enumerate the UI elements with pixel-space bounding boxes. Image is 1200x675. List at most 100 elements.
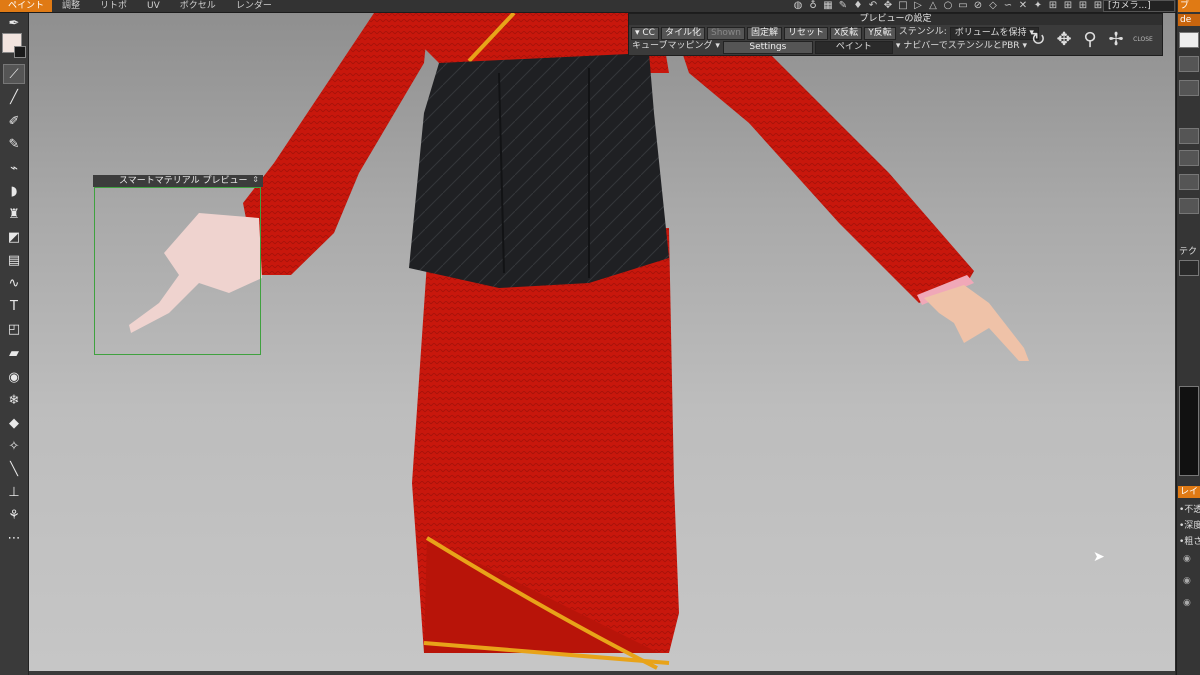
grid3-icon[interactable]: ⊞ — [1062, 0, 1074, 12]
no-icon[interactable]: ⊘ — [972, 0, 984, 12]
layer-tab[interactable]: レイ — [1178, 486, 1200, 498]
eye-icon[interactable]: ◉ — [3, 367, 25, 387]
brush-preview-6[interactable] — [1179, 174, 1199, 190]
brush-preview-4[interactable] — [1179, 128, 1199, 144]
airbrush-icon[interactable]: ✐ — [3, 111, 25, 131]
viewport-bottom-bar — [29, 671, 1175, 675]
navibar-label: ナビバーでステンシルとPBR — [903, 41, 1020, 51]
globe-icon[interactable]: ◍ — [792, 0, 804, 12]
paint-brush-icon[interactable]: ⟋ — [3, 64, 25, 84]
fixed-button[interactable]: 固定解 — [746, 27, 782, 40]
undo-icon[interactable]: ↶ — [867, 0, 879, 12]
reset-button[interactable]: リセット — [784, 27, 829, 40]
tile-button[interactable]: タイル化 — [660, 27, 705, 40]
shown-button[interactable]: Shown — [706, 27, 745, 40]
frame-icon[interactable]: ▭ — [957, 0, 969, 12]
left-toolbar: ✒ ⟋ ╱ ✐ ✎ ⌁ ◗ ♜ ◩ ▤ ∿ T ◰ ▰ ◉ ❄ ◆ ✧ ╲ ⊥ … — [0, 13, 29, 675]
cube-mapping-label: キューブマッピング — [632, 41, 713, 51]
move-icon[interactable]: ✢ — [1105, 28, 1127, 52]
cc-toggle[interactable]: ▾ CC — [631, 27, 659, 40]
close-button[interactable]: CLOSE — [1131, 28, 1155, 52]
paint-select[interactable]: ペイント — [814, 41, 893, 54]
y-flip-button[interactable]: Y反転 — [864, 27, 896, 40]
cube-mapping-select[interactable]: キューブマッピング ▾ — [631, 41, 721, 54]
menu-adjust[interactable]: 調整 — [52, 0, 90, 12]
smart-material-preview: スマートマテリアル プレビュー ⇕ — [93, 175, 263, 357]
brush-preview-2[interactable] — [1179, 56, 1199, 72]
brush-preview-5[interactable] — [1179, 150, 1199, 166]
grid4-icon[interactable]: ⊞ — [1077, 0, 1089, 12]
shield-icon[interactable]: ◇ — [987, 0, 999, 12]
layer-option-roughness[interactable]: •粗さ — [1179, 534, 1200, 547]
compass-icon[interactable]: ✦ — [1032, 0, 1044, 12]
brush-preview-1[interactable] — [1179, 32, 1199, 48]
transform-icon[interactable]: ◰ — [3, 319, 25, 339]
texture-preview[interactable] — [1179, 386, 1199, 476]
brush-icon[interactable]: ✒ — [3, 13, 25, 33]
camera-select[interactable]: [カメラ...] — [1103, 0, 1175, 12]
right-tab-top[interactable]: ブ — [1178, 0, 1200, 12]
right-sleeve — [669, 13, 974, 303]
text-tool-icon[interactable]: T — [3, 296, 25, 316]
copy-icon[interactable]: ▤ — [3, 250, 25, 270]
cc-label: CC — [642, 28, 655, 38]
play-icon[interactable]: ▷ — [912, 0, 924, 12]
eye-icon-3[interactable]: ◉ — [1183, 598, 1191, 608]
stamp-icon[interactable]: ♜ — [3, 204, 25, 224]
drop-icon[interactable]: ♦ — [852, 0, 864, 12]
menu-render[interactable]: レンダー — [226, 0, 282, 12]
menu-retopo[interactable]: リトポ — [90, 0, 137, 12]
ruler-icon[interactable]: ⋯ — [3, 528, 25, 548]
tag-icon[interactable]: ◆ — [3, 413, 25, 433]
brush-preview-7[interactable] — [1179, 198, 1199, 214]
right-tab-de[interactable]: de — [1178, 14, 1200, 26]
grid-icon[interactable]: ▦ — [822, 0, 834, 12]
stencil-select[interactable]: ボリュームを保持 ▾ — [949, 27, 1039, 40]
pencil-icon[interactable]: ✎ — [837, 0, 849, 12]
pan-icon[interactable]: ✥ — [1053, 28, 1075, 52]
triangle-icon[interactable]: △ — [927, 0, 939, 12]
snowflake-icon[interactable]: ❄ — [3, 390, 25, 410]
zoom-icon[interactable]: ⚲ — [1079, 28, 1101, 52]
top-toolbar-icons: ◍ ♁ ▦ ✎ ♦ ↶ ✥ □ ▷ △ ○ ▭ ⊘ ◇ ∽ ✕ ✦ ⊞ ⊞ ⊞ … — [792, 0, 1119, 12]
grid2-icon[interactable]: ⊞ — [1047, 0, 1059, 12]
curve-icon[interactable]: ∽ — [1002, 0, 1014, 12]
menu-paint[interactable]: ペイント — [0, 0, 53, 12]
preview-nav-icons: ↻ ✥ ⚲ ✢ CLOSE — [1027, 28, 1155, 52]
eraser-icon[interactable]: ▰ — [3, 343, 25, 363]
light-icon[interactable]: ♁ — [807, 0, 819, 12]
wand-icon[interactable]: ✧ — [3, 436, 25, 456]
smart-material-preview-title[interactable]: スマートマテリアル プレビュー — [93, 175, 263, 187]
knife-icon[interactable]: ╲ — [3, 459, 25, 479]
menu-uv[interactable]: UV — [137, 0, 170, 12]
iron-icon[interactable]: ⊥ — [3, 482, 25, 502]
pin-icon[interactable]: ⇕ — [252, 175, 259, 184]
butterfly-icon[interactable]: ⚘ — [3, 505, 25, 525]
settings-button[interactable]: Settings — [722, 41, 813, 54]
right-panel: ブ de テク レイ •不透 •深度 •粗さ ◉ ◉ ◉ — [1176, 0, 1200, 675]
eye-icon-2[interactable]: ◉ — [1183, 576, 1191, 586]
secondary-color-swatch[interactable] — [14, 46, 26, 58]
clone-icon[interactable]: ◩ — [3, 227, 25, 247]
texture-box[interactable] — [1179, 260, 1199, 276]
layer-option-depth[interactable]: •深度 — [1179, 518, 1200, 531]
brush-preview-3[interactable] — [1179, 80, 1199, 96]
left-sleeve — [243, 13, 429, 275]
move-icon[interactable]: ✥ — [882, 0, 894, 12]
bucket-icon[interactable]: ◗ — [3, 181, 25, 201]
menu-voxel[interactable]: ボクセル — [170, 0, 226, 12]
square-icon[interactable]: □ — [897, 0, 909, 12]
circle-icon[interactable]: ○ — [942, 0, 954, 12]
stencil-label: ステンシル: — [898, 27, 947, 37]
layer-option-opacity[interactable]: •不透 — [1179, 502, 1200, 515]
line-icon[interactable]: ╱ — [3, 87, 25, 107]
navibar-select[interactable]: ▾ ナビバーでステンシルとPBR ▾ — [895, 41, 1028, 54]
curve-tool-icon[interactable]: ∿ — [3, 273, 25, 293]
cross-icon[interactable]: ✕ — [1017, 0, 1029, 12]
smudge-icon[interactable]: ⌁ — [3, 158, 25, 178]
rotate-icon[interactable]: ↻ — [1027, 28, 1049, 52]
x-flip-button[interactable]: X反転 — [830, 27, 863, 40]
eye-icon-1[interactable]: ◉ — [1183, 554, 1191, 564]
spray-icon[interactable]: ✎ — [3, 134, 25, 154]
mouse-cursor-icon: ➤ — [1093, 549, 1105, 565]
